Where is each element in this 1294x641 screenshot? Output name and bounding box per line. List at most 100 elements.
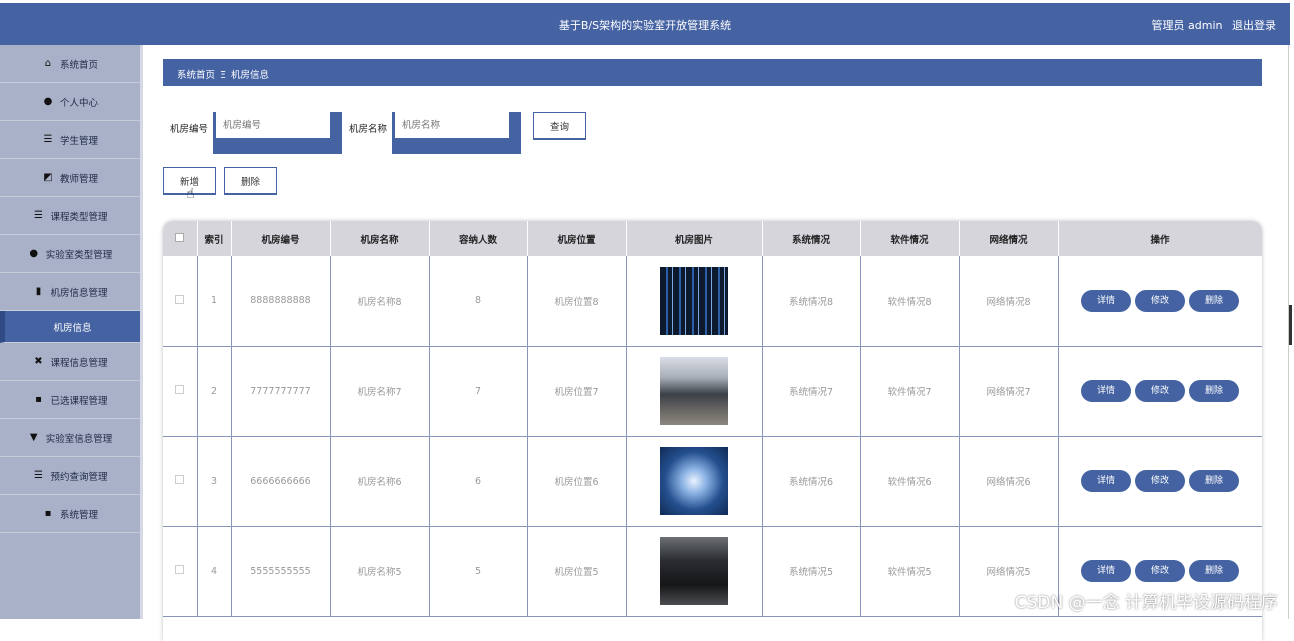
column-header: 机房名称 <box>330 221 429 256</box>
hand-cursor-icon: ☝ <box>186 186 195 202</box>
sidebar-item-lab-types[interactable]: ●实验室类型管理 <box>0 235 140 273</box>
edit-button[interactable]: 修改 <box>1135 290 1185 312</box>
room-name-field-wrap <box>392 112 521 154</box>
room-photo <box>660 537 728 605</box>
edit-button[interactable]: 修改 <box>1135 560 1185 582</box>
delete-button[interactable]: 删除 <box>1189 290 1239 312</box>
sidebar-item-label: 系统管理 <box>60 507 98 521</box>
delete-button[interactable]: 删除 <box>1189 380 1239 402</box>
room-photo <box>660 267 728 335</box>
edit-button[interactable]: 修改 <box>1135 380 1185 402</box>
cell-software: 软件情况6 <box>860 436 959 526</box>
sidebar-item-profile[interactable]: ●个人中心 <box>0 83 140 121</box>
column-header: 软件情况 <box>860 221 959 256</box>
user-name: 管理员 admin <box>1152 19 1223 32</box>
row-checkbox[interactable] <box>175 385 184 394</box>
logout-link[interactable]: 退出登录 <box>1232 19 1276 32</box>
watermark: CSDN @一念 计算机毕设源码程序 <box>1015 588 1278 613</box>
delete-button[interactable]: 删除 <box>1189 560 1239 582</box>
cell-name: 机房名称7 <box>330 346 429 436</box>
cell-code: 8888888888 <box>231 256 330 346</box>
chart-icon: ◩ <box>42 172 54 183</box>
breadcrumb-home[interactable]: 系统首页 <box>177 70 215 81</box>
app-title: 基于B/S架构的实验室开放管理系统 <box>0 17 1290 33</box>
user-icon: ● <box>42 96 54 107</box>
table-row: 1 8888888888 机房名称8 8 机房位置8 系统情况8 软件情况8 网… <box>163 256 1262 346</box>
search-form: 机房编号 机房名称 查询 <box>170 112 586 154</box>
room-photo <box>660 357 728 425</box>
cell-index: 2 <box>197 346 231 436</box>
pin-icon: ▼ <box>28 432 40 443</box>
cell-software: 软件情况5 <box>860 526 959 616</box>
search-button[interactable]: 查询 <box>533 112 586 140</box>
detail-button[interactable]: 详情 <box>1081 470 1131 492</box>
cell-network: 网络情况6 <box>959 436 1058 526</box>
sidebar-item-system[interactable]: ▪ 系统管理 <box>0 495 140 533</box>
cell-code: 6666666666 <box>231 436 330 526</box>
scrollbar-thumb[interactable] <box>1289 305 1292 345</box>
sliders-icon: ☰ <box>32 210 44 221</box>
sidebar-item-course-types[interactable]: ☰ 课程类型管理 <box>0 197 140 235</box>
cell-capacity: 5 <box>429 526 527 616</box>
top-header: 基于B/S架构的实验室开放管理系统 管理员 admin 退出登录 <box>0 3 1290 45</box>
cell-name: 机房名称6 <box>330 436 429 526</box>
sidebar-subitem-room-info[interactable]: 机房信息 <box>0 311 140 343</box>
cell-location: 机房位置6 <box>527 436 626 526</box>
cell-system: 系统情况8 <box>762 256 860 346</box>
row-checkbox[interactable] <box>175 565 184 574</box>
room-code-input[interactable] <box>216 112 330 138</box>
column-header: 操作 <box>1058 221 1262 256</box>
sidebar-item-label: 课程类型管理 <box>50 209 107 223</box>
column-header: 机房图片 <box>626 221 762 256</box>
column-header: 网络情况 <box>959 221 1058 256</box>
sidebar-item-labs[interactable]: ▼实验室信息管理 <box>0 419 140 457</box>
cell-software: 软件情况8 <box>860 256 959 346</box>
room-name-label: 机房名称 <box>349 121 387 135</box>
sidebar-item-label: 机房信息 <box>53 320 91 334</box>
cell-index: 1 <box>197 256 231 346</box>
cell-code: 5555555555 <box>231 526 330 616</box>
cell-network: 网络情况8 <box>959 256 1058 346</box>
sidebar-item-label: 教师管理 <box>60 171 98 185</box>
sidebar-item-label: 预约查询管理 <box>50 469 107 483</box>
column-header: 系统情况 <box>762 221 860 256</box>
detail-button[interactable]: 详情 <box>1081 380 1131 402</box>
select-all-checkbox[interactable] <box>175 233 184 242</box>
sidebar-item-label: 机房信息管理 <box>50 285 107 299</box>
cell-name: 机房名称5 <box>330 526 429 616</box>
home-icon: ⌂ <box>42 58 54 69</box>
batch-delete-button[interactable]: 删除 <box>224 167 277 195</box>
sidebar-item-teachers[interactable]: ◩ 教师管理 <box>0 159 140 197</box>
detail-button[interactable]: 详情 <box>1081 290 1131 312</box>
sidebar-item-home[interactable]: ⌂ 系统首页 <box>0 45 140 83</box>
select-all-cell <box>163 221 197 256</box>
sidebar-item-room-management[interactable]: ▮机房信息管理 <box>0 273 140 311</box>
sidebar-item-students[interactable]: ☰学生管理 <box>0 121 140 159</box>
edit-button[interactable]: 修改 <box>1135 470 1185 492</box>
cell-index: 4 <box>197 526 231 616</box>
grid-icon: ▪ <box>42 508 54 519</box>
detail-button[interactable]: 详情 <box>1081 560 1131 582</box>
sidebar-item-selected-courses[interactable]: ▪已选课程管理 <box>0 381 140 419</box>
breadcrumb-current: 机房信息 <box>231 70 269 81</box>
cell-name: 机房名称8 <box>330 256 429 346</box>
action-bar: 新增 删除 <box>163 167 285 195</box>
cell-location: 机房位置5 <box>527 526 626 616</box>
cell-system: 系统情况6 <box>762 436 860 526</box>
sidebar-item-courses[interactable]: ✖课程信息管理 <box>0 343 140 381</box>
delete-button[interactable]: 删除 <box>1189 470 1239 492</box>
row-checkbox[interactable] <box>175 475 184 484</box>
room-name-input[interactable] <box>395 112 509 138</box>
sidebar-item-label: 实验室类型管理 <box>46 247 113 261</box>
row-checkbox[interactable] <box>175 295 184 304</box>
sidebar: ⌂系统首页 ●个人中心 ☰学生管理 ◩教师管理 ☰课程类型管理 ●实验室类型管理… <box>0 45 143 619</box>
sidebar-item-reservations[interactable]: ☰预约查询管理 <box>0 457 140 495</box>
cell-location: 机房位置8 <box>527 256 626 346</box>
sidebar-item-label: 课程信息管理 <box>50 355 107 369</box>
cell-ops: 详情修改删除 <box>1058 436 1262 526</box>
table-row: 2 7777777777 机房名称7 7 机房位置7 系统情况7 软件情况7 网… <box>163 346 1262 436</box>
sidebar-item-label: 系统首页 <box>60 57 98 71</box>
cell-network: 网络情况7 <box>959 346 1058 436</box>
breadcrumb-separator: Ξ <box>220 70 226 81</box>
cell-capacity: 7 <box>429 346 527 436</box>
